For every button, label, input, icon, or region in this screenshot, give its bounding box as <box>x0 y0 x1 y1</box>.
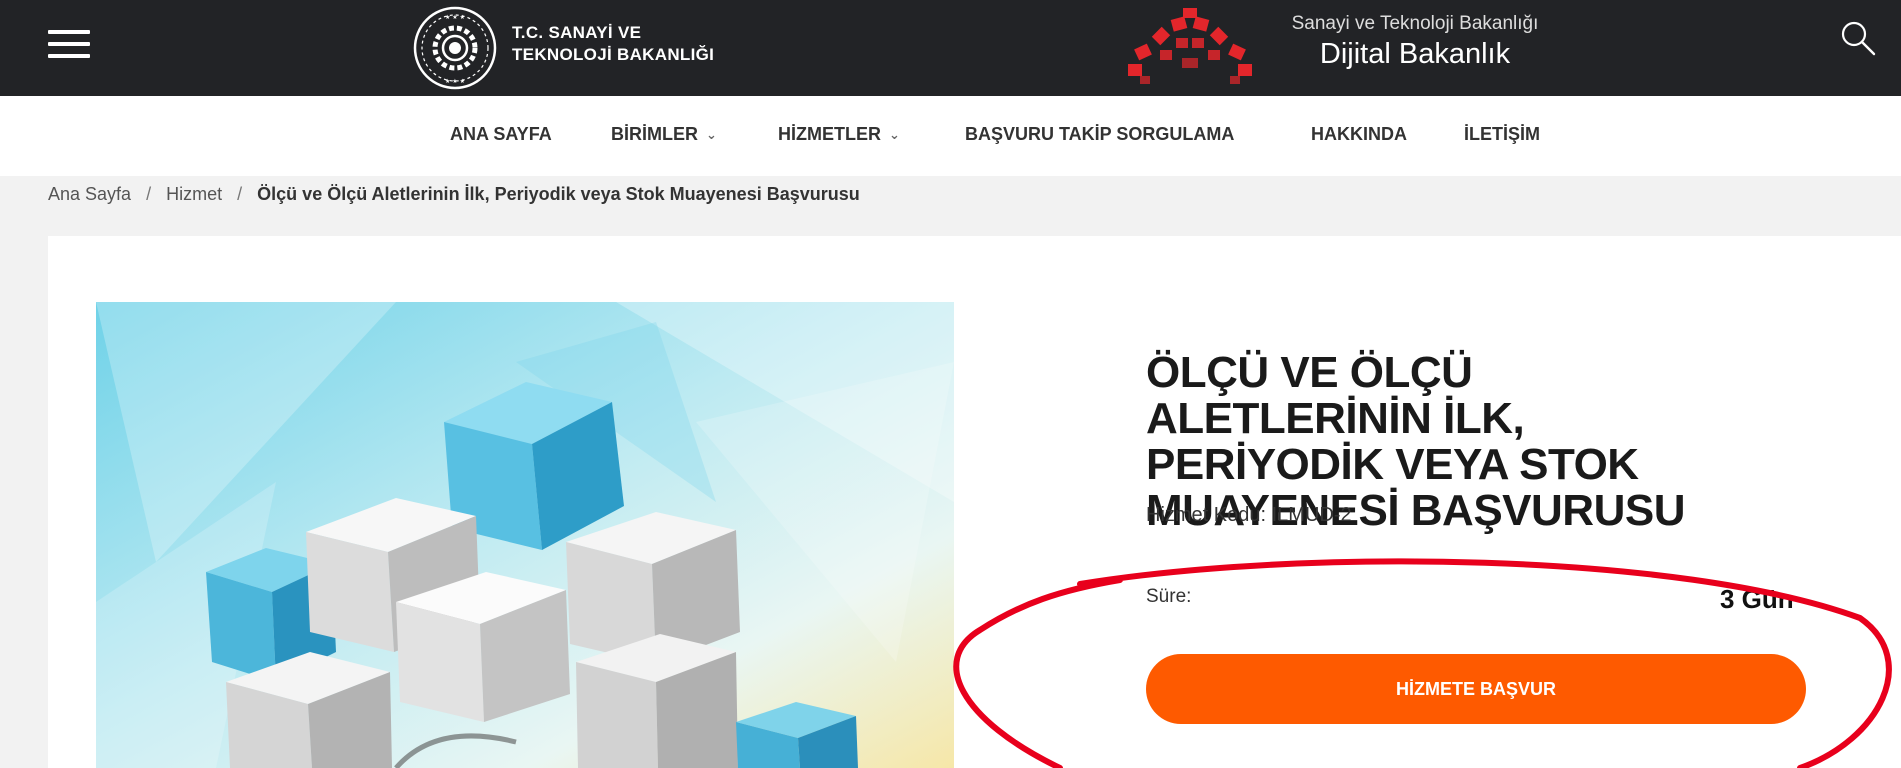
chevron-down-icon: ⌄ <box>706 127 717 142</box>
ministry-seal-logo[interactable]: ★ ★ ★ ★ ★ ★ <box>412 5 498 91</box>
service-code: Hizmet Kodu: ILMUD-2 <box>1146 504 1352 526</box>
nav-item-ana-sayfa[interactable]: ANA SAYFA <box>450 124 552 145</box>
svg-text:★ ★ ★: ★ ★ ★ <box>445 78 465 85</box>
main-navigation: ANA SAYFA BİRİMLER ⌄ HİZMETLER ⌄ BAŞVURU T… <box>0 96 1901 176</box>
nav-item-hizmetler[interactable]: HİZMETLER ⌄ <box>778 124 900 145</box>
duration-value: 3 Gün <box>1720 584 1794 614</box>
breadcrumb-separator: / <box>237 184 243 204</box>
digital-ministry-name[interactable]: Sanayi ve Teknoloji Bakanlığı Dijital Ba… <box>1260 12 1570 72</box>
nav-item-hakkinda[interactable]: HAKKINDA <box>1311 124 1407 145</box>
breadcrumb-home-link[interactable]: Ana Sayfa <box>48 184 131 204</box>
duration-label: Süre: <box>1146 586 1192 607</box>
digital-ministry-logo-mark[interactable] <box>1120 6 1260 90</box>
svg-text:★ ★ ★: ★ ★ ★ <box>445 14 465 21</box>
ministry-name[interactable]: T.C. SANAYİ VE TEKNOLOJİ BAKANLIĞI <box>512 22 714 66</box>
apply-service-button[interactable]: HİZMETE BAŞVUR <box>1146 654 1806 724</box>
chevron-down-icon: ⌄ <box>889 127 900 142</box>
nav-item-birimler[interactable]: BİRİMLER ⌄ <box>611 124 717 145</box>
breadcrumb-current: Ölçü ve Ölçü Aletlerinin İlk, Periyodik … <box>257 184 860 204</box>
nav-item-iletisim[interactable]: İLETİŞİM <box>1464 124 1540 145</box>
breadcrumb-separator: / <box>146 184 152 204</box>
service-hero-image <box>96 302 954 768</box>
nav-item-basvuru-takip[interactable]: BAŞVURU TAKİP SORGULAMA <box>965 124 1234 145</box>
breadcrumb-section-link[interactable]: Hizmet <box>166 184 222 204</box>
search-icon[interactable] <box>1838 18 1878 58</box>
top-header-bar: ★ ★ ★ ★ ★ ★ T.C. SANAYİ VE TEKNOLOJİ BAK… <box>0 0 1901 96</box>
breadcrumb: Ana Sayfa / Hizmet / Ölçü ve Ölçü Aletle… <box>48 184 860 205</box>
hamburger-menu-icon[interactable] <box>48 30 90 62</box>
